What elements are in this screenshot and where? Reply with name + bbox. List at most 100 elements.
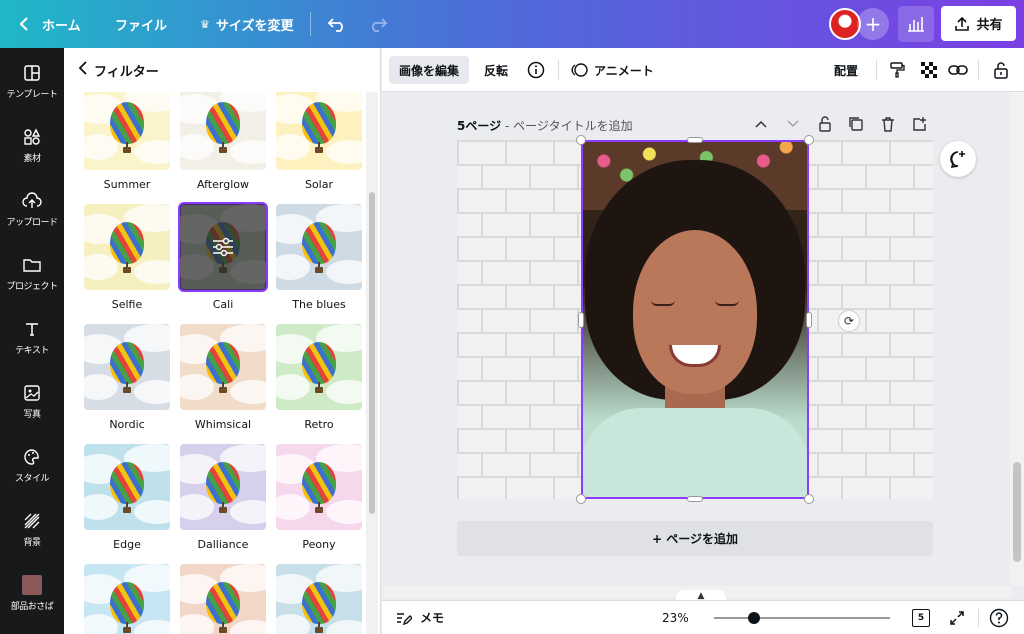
rail-item-label: プロジェクト [6,281,58,292]
transparency-icon[interactable] [917,58,941,82]
rail-item-styles[interactable]: スタイル [0,434,64,496]
cloud [180,134,214,160]
resize-handle[interactable] [576,494,586,504]
hot-air-balloon [110,222,144,264]
page-number: 5ページ [457,119,502,133]
rail-item-text[interactable]: テキスト [0,306,64,368]
cloud [134,260,170,284]
add-collaborator-button[interactable]: + [857,8,889,40]
zoom-slider-knob[interactable] [748,612,760,624]
link-icon[interactable] [946,58,970,82]
page-count-button[interactable]: 5 [910,607,932,629]
edit-image-button[interactable]: 画像を編集 [389,56,470,84]
rail-item-projects[interactable]: プロジェクト [0,242,64,304]
duplicate-page-icon[interactable] [846,114,866,134]
redo-icon[interactable] [367,0,389,48]
resize-handle[interactable] [576,135,586,145]
hot-air-basket [123,267,131,273]
panel-scrollbar[interactable] [366,92,378,634]
rail-item-background[interactable]: 背景 [0,498,64,560]
rail-item-templates[interactable]: テンプレート [0,50,64,112]
help-icon[interactable] [988,607,1010,629]
animate-button[interactable]: アニメート [570,56,654,84]
photo-icon [22,383,42,403]
delete-page-icon[interactable] [878,114,898,134]
filter-tile[interactable]: Afterglow [180,92,266,191]
resize-handle[interactable] [687,137,703,143]
filter-tile[interactable]: Retro [276,324,362,431]
filter-tile[interactable]: The blues [276,204,362,311]
stats-button[interactable] [898,6,934,42]
filter-tile[interactable]: Nordic [84,324,170,431]
filter-tile[interactable]: Dalliance [180,444,266,551]
resize-handle[interactable] [804,135,814,145]
hot-air-balloon [302,102,336,144]
info-icon[interactable] [524,58,548,82]
resize-button[interactable]: ♛ サイズを変更 [200,0,294,48]
filter-tile[interactable]: Cali [178,202,268,311]
filter-thumbnail [276,204,362,290]
cloud [134,140,170,164]
cloud [84,254,118,280]
zoom-level[interactable]: 23% [662,611,689,625]
resize-handle[interactable] [687,496,703,502]
home-button[interactable]: ホーム [42,0,81,48]
zoom-slider[interactable] [714,612,890,624]
hot-air-balloon [302,462,336,504]
add-comment-button[interactable] [940,141,976,177]
filter-tile[interactable] [84,564,170,634]
fullscreen-icon[interactable] [946,607,968,629]
cloud [326,260,362,284]
cloud [326,140,362,164]
bar-chart-icon [908,17,924,32]
chevron-down-icon[interactable] [783,114,803,134]
filter-label: Nordic [109,418,145,431]
cloud [84,494,118,520]
divider [978,609,979,627]
filter-tile[interactable]: Edge [84,444,170,551]
filter-tile[interactable]: Selfie [84,204,170,311]
vertical-scroll-thumb[interactable] [1013,462,1021,562]
add-page-icon[interactable] [910,114,930,134]
filter-tile[interactable]: Whimsical [180,324,266,431]
canvas-vertical-scrollbar[interactable] [1010,92,1024,586]
cloud [276,254,310,280]
filter-tile[interactable] [276,564,362,634]
rail-item-uploads[interactable]: アップロード [0,178,64,240]
flip-button[interactable]: 反転 [484,56,508,84]
hot-air-basket [315,387,323,393]
filter-tile[interactable]: Peony [276,444,362,551]
rail-item-elements[interactable]: 素材 [0,114,64,176]
filter-label: The blues [292,298,346,311]
file-menu-button[interactable]: ファイル [115,0,167,48]
filter-tile[interactable]: Solar [276,92,362,191]
filter-thumbnail [84,324,170,410]
undo-icon[interactable] [326,0,348,48]
page-title[interactable]: 5ページ - ページタイトルを追加 [457,117,633,134]
hot-air-balloon [110,462,144,504]
panel-scroll-thumb[interactable] [369,192,375,514]
rail-item-photos[interactable]: 写真 [0,370,64,432]
page-lock-icon[interactable] [815,114,835,134]
filter-tile[interactable]: Summer [84,92,170,191]
notes-button[interactable]: メモ [396,609,444,626]
lock-icon[interactable] [989,58,1013,82]
add-page-button[interactable]: + ページを追加 [457,521,933,556]
share-button[interactable]: 共有 [941,6,1016,41]
adjust-sliders-icon[interactable] [180,204,266,290]
resize-handle[interactable] [806,312,812,328]
position-button[interactable]: 配置 [834,56,858,84]
chevron-up-icon[interactable] [751,114,771,134]
paint-roller-icon[interactable] [885,58,909,82]
resize-handle[interactable] [804,494,814,504]
home-label: ホーム [42,18,81,34]
back-chevron-icon[interactable] [14,0,34,48]
rail-item-app[interactable]: 部品おさば [0,562,64,624]
pages-icon: 5 [912,609,930,627]
filter-thumbnail [84,204,170,290]
filter-thumbnail [276,564,362,634]
rotate-icon[interactable]: ⟳ [838,310,860,332]
filter-tile[interactable] [180,564,266,634]
resize-handle[interactable] [578,312,584,328]
back-chevron-icon[interactable] [78,61,88,79]
